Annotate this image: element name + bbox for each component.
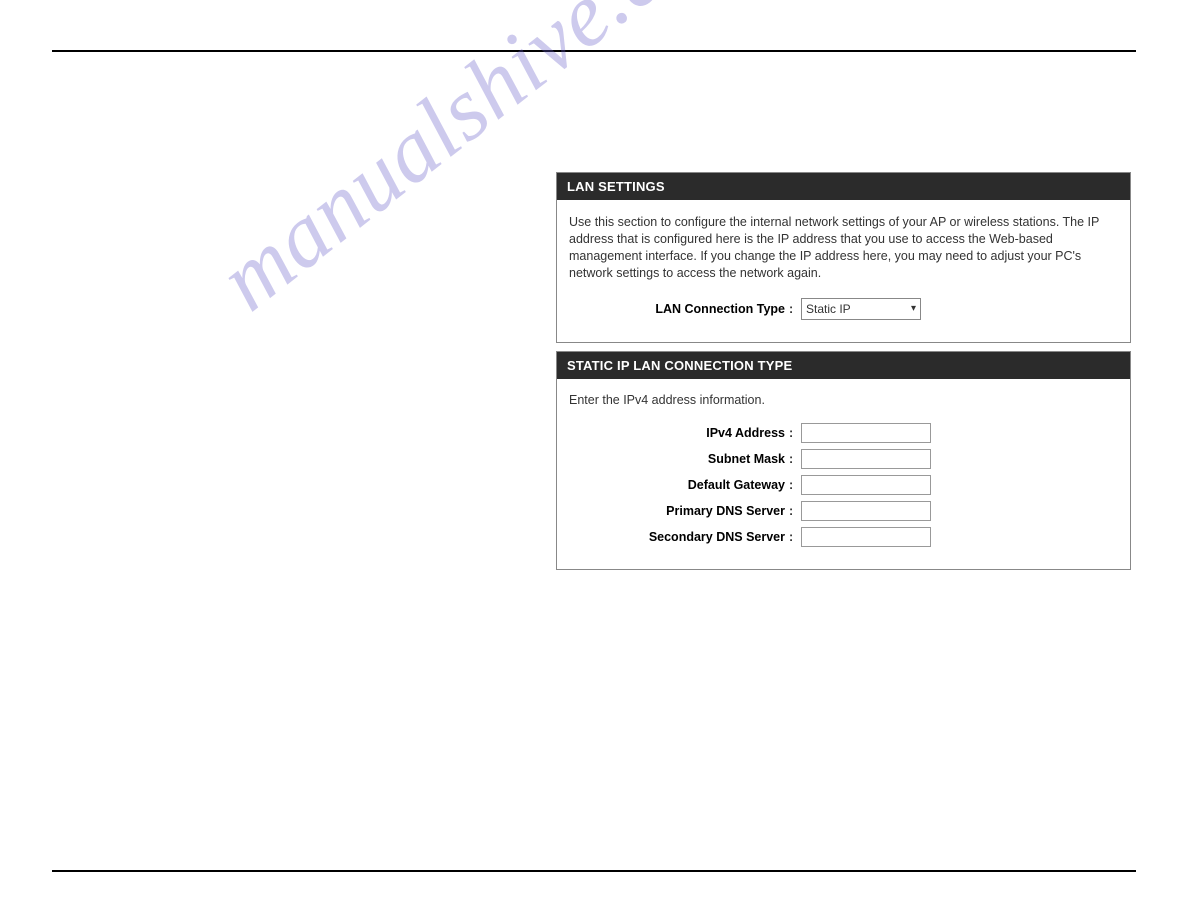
default-gateway-row: Default Gateway : (569, 475, 1118, 495)
lan-connection-type-label: LAN Connection Type (569, 302, 789, 316)
page-bottom-rule (52, 870, 1136, 872)
secondary-dns-input[interactable] (801, 527, 931, 547)
lan-settings-header: LAN SETTINGS (557, 173, 1130, 200)
primary-dns-label: Primary DNS Server (569, 504, 789, 518)
secondary-dns-label: Secondary DNS Server (569, 530, 789, 544)
lan-connection-type-value: Static IP (806, 302, 911, 316)
primary-dns-row: Primary DNS Server : (569, 501, 1118, 521)
chevron-down-icon: ▾ (911, 303, 920, 314)
static-ip-body: Enter the IPv4 address information. IPv4… (557, 379, 1130, 569)
ipv4-address-row: IPv4 Address : (569, 423, 1118, 443)
subnet-mask-input[interactable] (801, 449, 931, 469)
primary-dns-input[interactable] (801, 501, 931, 521)
lan-connection-type-row: LAN Connection Type : Static IP ▾ (569, 298, 1118, 320)
subnet-mask-label: Subnet Mask (569, 452, 789, 466)
default-gateway-label: Default Gateway (569, 478, 789, 492)
settings-panels: LAN SETTINGS Use this section to configu… (556, 172, 1131, 578)
static-ip-header: STATIC IP LAN CONNECTION TYPE (557, 352, 1130, 379)
default-gateway-input[interactable] (801, 475, 931, 495)
colon: : (789, 530, 801, 544)
colon: : (789, 504, 801, 518)
secondary-dns-row: Secondary DNS Server : (569, 527, 1118, 547)
colon: : (789, 426, 801, 440)
ipv4-address-label: IPv4 Address (569, 426, 789, 440)
ipv4-address-input[interactable] (801, 423, 931, 443)
colon: : (789, 302, 801, 316)
subnet-mask-row: Subnet Mask : (569, 449, 1118, 469)
static-ip-description: Enter the IPv4 address information. (569, 393, 1118, 407)
page-top-rule (52, 50, 1136, 52)
lan-settings-panel: LAN SETTINGS Use this section to configu… (556, 172, 1131, 343)
lan-settings-description: Use this section to configure the intern… (569, 214, 1118, 282)
static-ip-panel: STATIC IP LAN CONNECTION TYPE Enter the … (556, 351, 1131, 570)
colon: : (789, 478, 801, 492)
lan-connection-type-select[interactable]: Static IP ▾ (801, 298, 921, 320)
colon: : (789, 452, 801, 466)
lan-settings-body: Use this section to configure the intern… (557, 200, 1130, 342)
